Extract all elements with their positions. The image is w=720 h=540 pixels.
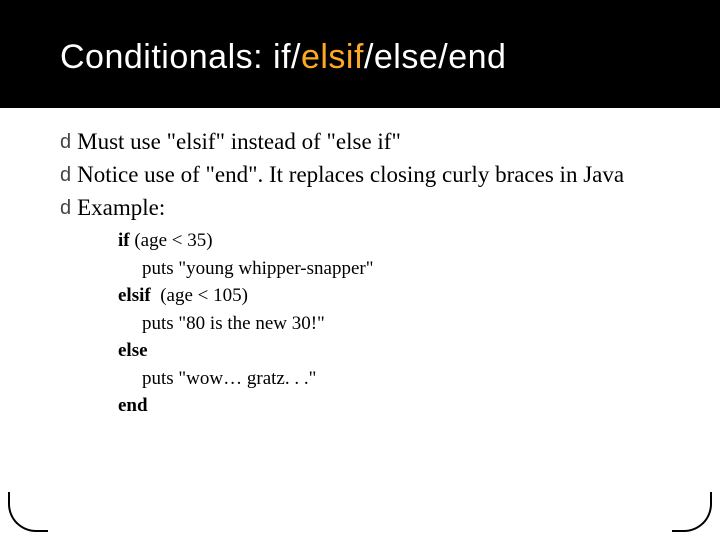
code-block: if (age < 35) puts "young whipper-snappe… xyxy=(118,227,670,420)
code-line: if (age < 35) xyxy=(118,227,670,255)
bullet-text: Must use "elsif" instead of "else if" xyxy=(77,126,670,157)
bullet-text: Notice use of "end". It replaces closing… xyxy=(77,159,670,190)
keyword-end: end xyxy=(118,395,148,416)
title-prefix: Conditionals: if/ xyxy=(60,38,301,76)
bullet-icon: d xyxy=(60,126,77,156)
code-text: (age < 35) xyxy=(130,230,213,251)
code-line: elsif (age < 105) xyxy=(118,282,670,310)
title-highlight: elsif xyxy=(301,38,364,76)
title-bar: Conditionals: if/elsif/else/end xyxy=(0,0,720,108)
keyword-else: else xyxy=(118,340,148,361)
code-line: end xyxy=(118,392,670,420)
code-line: puts "wow… gratz. . ." xyxy=(118,365,670,393)
code-text: puts "80 is the new 30!" xyxy=(118,310,325,338)
code-text: (age < 105) xyxy=(151,285,248,306)
bullet-text: Example: xyxy=(77,192,670,223)
keyword-elsif: elsif xyxy=(118,285,151,306)
keyword-if: if xyxy=(118,230,130,251)
code-line: puts "young whipper-snapper" xyxy=(118,255,670,283)
slide: Conditionals: if/elsif/else/end d Must u… xyxy=(0,0,720,540)
code-line: else xyxy=(118,337,670,365)
slide-body: d Must use "elsif" instead of "else if" … xyxy=(0,108,720,420)
bullet-item: d Notice use of "end". It replaces closi… xyxy=(60,159,670,190)
code-text: puts "wow… gratz. . ." xyxy=(118,365,316,393)
title-suffix: /else/end xyxy=(364,38,507,76)
bullet-icon: d xyxy=(60,192,77,222)
code-text: puts "young whipper-snapper" xyxy=(118,255,373,283)
code-line: puts "80 is the new 30!" xyxy=(118,310,670,338)
corner-decoration-icon xyxy=(672,492,712,532)
bullet-item: d Example: xyxy=(60,192,670,223)
corner-decoration-icon xyxy=(8,492,48,532)
slide-title: Conditionals: if/elsif/else/end xyxy=(60,38,720,77)
bullet-item: d Must use "elsif" instead of "else if" xyxy=(60,126,670,157)
bullet-icon: d xyxy=(60,159,77,189)
